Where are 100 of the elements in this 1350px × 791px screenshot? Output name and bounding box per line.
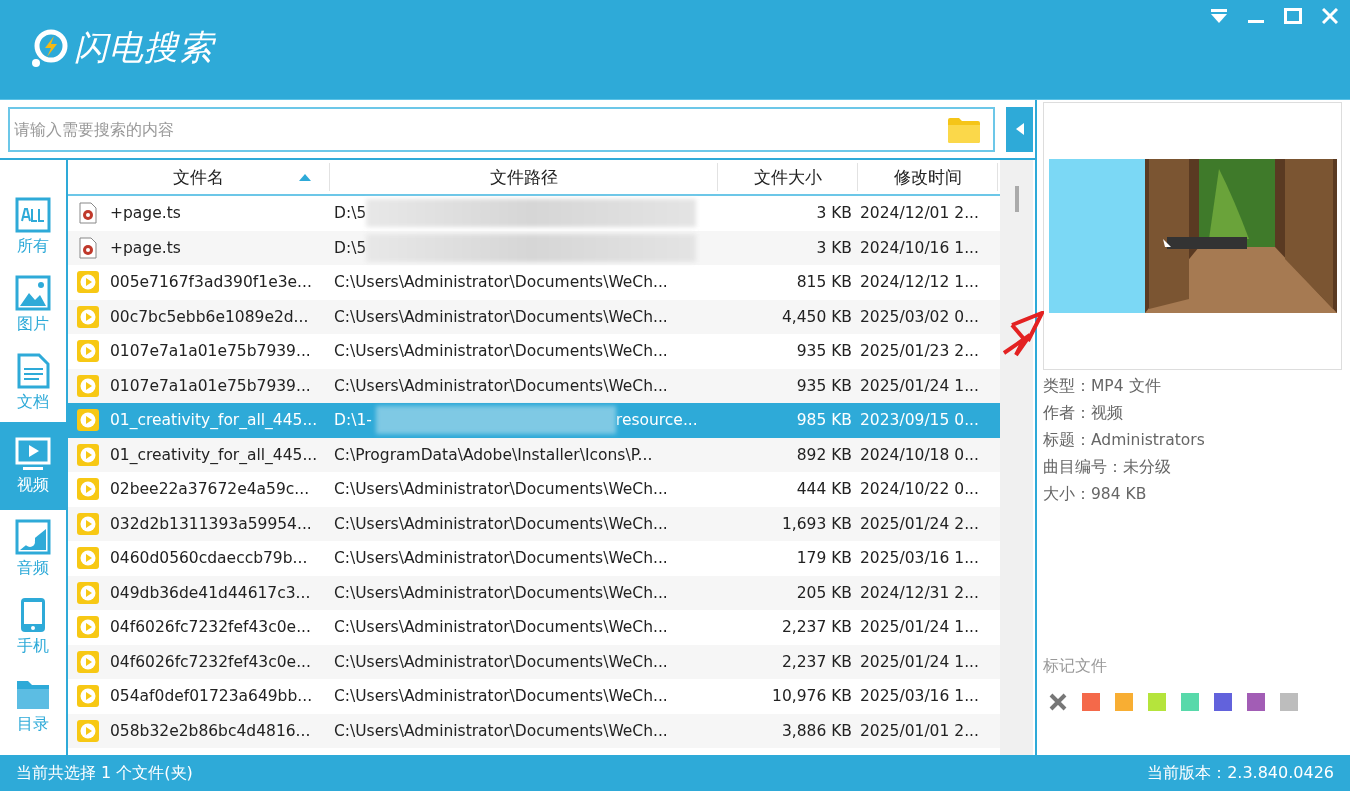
file-name: +page.ts — [109, 204, 182, 223]
file-path: C:\Users\Administrator\Documents\WeCh... — [334, 273, 668, 292]
dropdown-icon[interactable] — [1210, 8, 1228, 24]
file-row[interactable]: 02bee22a37672e4a59c... C:\Users\Administrator\Documents\WeCh... 444 KB 2024/10/22 0... — [68, 472, 1000, 507]
color-mark[interactable] — [1082, 693, 1100, 711]
caret-icon — [1014, 122, 1025, 136]
file-row[interactable]: 01_creativity_for_all_445... C:\ProgramData\Adobe\Installer\Icons\P... 892 KB 2024/10/18 0... — [68, 437, 1000, 472]
file-size: 3 KB — [815, 204, 853, 223]
file-row[interactable]: 049db36de41d44617c3... C:\Users\Administrator\Documents\WeCh... 205 KB 2024/12/31 2... — [68, 575, 1000, 610]
modified-time: 2025/01/24 1... — [859, 376, 980, 395]
video-file-icon — [77, 581, 99, 604]
file-size: 3 KB — [815, 238, 853, 257]
file-size: 985 KB — [795, 411, 853, 430]
modified-time: 2025/01/24 1... — [859, 652, 980, 671]
modified-time: 2025/03/16 1... — [859, 549, 980, 568]
modified-time: 2025/01/01 2... — [859, 721, 980, 740]
video-category-icon — [15, 436, 51, 472]
file-name: +page.ts — [109, 238, 182, 257]
file-path: C:\Users\Administrator\Documents\WeCh... — [334, 687, 668, 706]
file-row[interactable]: 04f6026fc7232fef43c0e... C:\Users\Administrator\Documents\WeCh... 2,237 KB 2025/01/24 1... — [68, 610, 1000, 645]
file-name: 00c7bc5ebb6e1089e2d... — [109, 307, 310, 326]
video-file-icon — [77, 719, 99, 742]
file-row[interactable]: 00c7bc5ebb6e1089e2d... C:\Users\Administrator\Documents\WeCh... 4,450 KB 2025/03/02 0... — [68, 299, 1000, 334]
file-row[interactable]: 005e7167f3ad390f1e3e... C:\Users\Administrator\Documents\WeCh... 815 KB 2024/12/12 1... — [68, 265, 1000, 300]
color-mark[interactable] — [1280, 693, 1298, 711]
color-mark[interactable] — [1181, 693, 1199, 711]
modified-time: 2024/10/18 0... — [859, 445, 980, 464]
file-name: 02bee22a37672e4a59c... — [109, 480, 311, 499]
file-row[interactable]: +page.ts D:\5 3 KB 2024/10/16 1... — [68, 230, 1000, 265]
color-mark[interactable] — [1115, 693, 1133, 711]
modified-time: 2024/10/16 1... — [859, 238, 980, 257]
file-info: 作者：视频 — [1043, 403, 1124, 424]
file-name: 058b32e2b86bc4d4816... — [109, 721, 312, 740]
video-file-icon — [77, 650, 99, 673]
close-icon[interactable] — [1322, 8, 1338, 24]
file-path: C:\Users\Administrator\Documents\WeCh... — [334, 583, 668, 602]
file-size: 205 KB — [795, 583, 853, 602]
modified-time: 2025/01/24 2... — [859, 514, 980, 533]
file-info: 标题：Administrators — [1043, 430, 1206, 451]
video-file-icon — [77, 547, 99, 570]
column-header[interactable]: 文件名 — [68, 163, 330, 191]
version-text: 当前版本：2.3.840.0426 — [1147, 762, 1334, 784]
mark-label: 标记文件 — [1043, 656, 1108, 677]
app-title: 闪电搜索 — [74, 25, 214, 69]
column-header[interactable]: 文件路径 — [330, 163, 718, 191]
scrollbar-thumb[interactable] — [1014, 186, 1019, 212]
file-row[interactable]: 032d2b1311393a59954... C:\Users\Administrator\Documents\WeCh... 1,693 KB 2025/01/24 2... — [68, 506, 1000, 541]
file-size: 179 KB — [795, 549, 853, 568]
modified-time: 2024/12/12 1... — [859, 273, 980, 292]
file-info: 曲目编号：未分级 — [1043, 457, 1172, 478]
collapse-button[interactable] — [1006, 106, 1033, 152]
file-row[interactable]: 0107e7a1a01e75b7939... C:\Users\Administrator\Documents\WeCh... 935 KB 2025/01/24 1... — [68, 368, 1000, 403]
color-mark[interactable] — [1148, 693, 1166, 711]
maximize-icon[interactable] — [1284, 8, 1302, 24]
file-name: 04f6026fc7232fef43c0e... — [109, 652, 312, 671]
modified-time: 2024/10/22 0... — [859, 480, 980, 499]
file-size: 815 KB — [795, 273, 853, 292]
video-file-icon — [77, 409, 99, 432]
modified-time: 2024/12/31 2... — [859, 583, 980, 602]
file-path: resource... — [615, 411, 698, 430]
file-path: C:\Users\Administrator\Documents\WeCh... — [334, 307, 668, 326]
file-size: 892 KB — [795, 445, 853, 464]
video-file-icon — [77, 685, 99, 708]
column-header[interactable]: 文件大小 — [718, 163, 858, 191]
file-size: 4,450 KB — [780, 307, 853, 326]
file-path: D:\5 — [334, 238, 367, 257]
file-row[interactable]: 04f6026fc7232fef43c0e... C:\Users\Administrator\Documents\WeCh... 2,237 KB 2025/01/24 1... — [68, 644, 1000, 679]
color-mark[interactable] — [1247, 693, 1265, 711]
file-row[interactable]: 054af0def01723a649bb... C:\Users\Administrator\Documents\WeCh... 10,976 KB 2025/03/16 1... — [68, 679, 1000, 714]
file-row[interactable]: +page.ts D:\5 3 KB 2024/12/01 2... — [68, 196, 1000, 231]
file-path: C:\Users\Administrator\Documents\WeCh... — [334, 480, 668, 499]
modified-time: 2024/12/01 2... — [859, 204, 980, 223]
file-row[interactable]: 0460d0560cdaeccb79b... C:\Users\Administrator\Documents\WeCh... 179 KB 2025/03/16 1... — [68, 541, 1000, 576]
video-file-icon — [77, 271, 99, 294]
video-file-icon — [77, 512, 99, 535]
file-name: 01_creativity_for_all_445... — [109, 445, 319, 464]
file-size: 3,886 KB — [780, 721, 853, 740]
search-field[interactable]: 请输入需要搜索的内容 — [8, 106, 995, 152]
file-row[interactable]: 0107e7a1a01e75b7939... C:\Users\Administrator\Documents\WeCh... 935 KB 2025/01/23 2... — [68, 334, 1000, 369]
video-file-icon — [77, 340, 99, 363]
file-path: C:\Users\Administrator\Documents\WeCh... — [334, 652, 668, 671]
file-path: C:\Users\Administrator\Documents\WeCh... — [334, 721, 668, 740]
file-icon — [79, 202, 97, 225]
file-path: C:\Users\Administrator\Documents\WeCh... — [334, 342, 668, 361]
clear-mark-icon[interactable] — [1049, 693, 1067, 711]
video-file-icon — [77, 305, 99, 328]
file-name: 0460d0560cdaeccb79b... — [109, 549, 309, 568]
file-name: 005e7167f3ad390f1e3e... — [109, 273, 313, 292]
color-mark[interactable] — [1214, 693, 1232, 711]
file-path: C:\Users\Administrator\Documents\WeCh... — [334, 514, 668, 533]
file-size: 10,976 KB — [771, 687, 853, 706]
modified-time: 2025/03/16 1... — [859, 687, 980, 706]
file-row[interactable]: 058b32e2b86bc4d4816... C:\Users\Administrator\Documents\WeCh... 3,886 KB 2025/01/01 2... — [68, 713, 1000, 748]
video-file-icon — [77, 374, 99, 397]
image-category-icon — [15, 275, 51, 311]
column-header[interactable]: 修改时间 — [858, 163, 998, 191]
file-name: 054af0def01723a649bb... — [109, 687, 314, 706]
file-name: 0107e7a1a01e75b7939... — [109, 376, 312, 395]
file-path: D:\5 — [334, 204, 367, 223]
audio-category-icon — [15, 519, 51, 555]
